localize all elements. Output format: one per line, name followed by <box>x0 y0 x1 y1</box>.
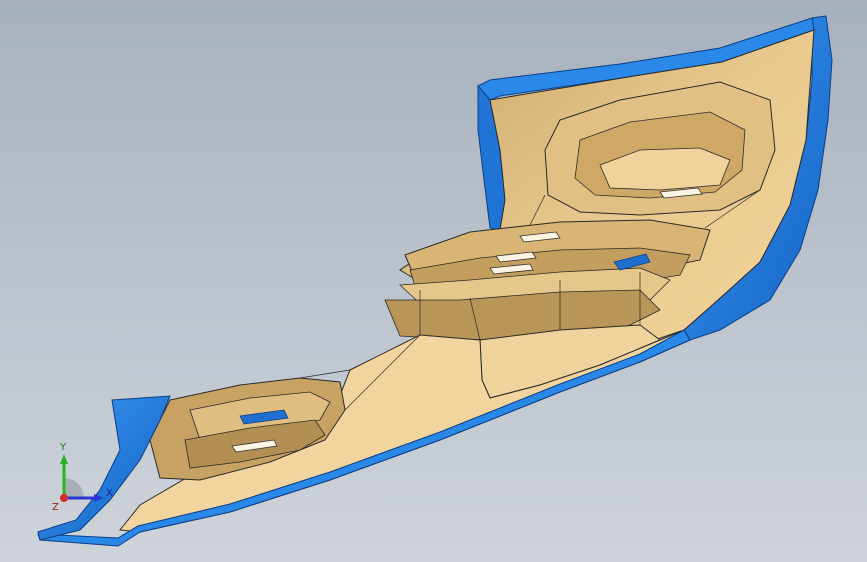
coordinate-triad: Y X Z <box>52 442 113 513</box>
x-axis-label: X <box>106 488 113 499</box>
part-model[interactable] <box>0 0 867 562</box>
z-axis-label: Z <box>52 502 59 513</box>
z-axis-dot <box>60 494 68 502</box>
y-axis-arrow <box>60 454 68 464</box>
cad-3d-viewport[interactable]: Y X Z <box>0 0 867 562</box>
y-axis-label: Y <box>59 442 67 453</box>
x-axis-arrow <box>94 494 104 502</box>
triad-quarter-disc <box>64 478 84 498</box>
